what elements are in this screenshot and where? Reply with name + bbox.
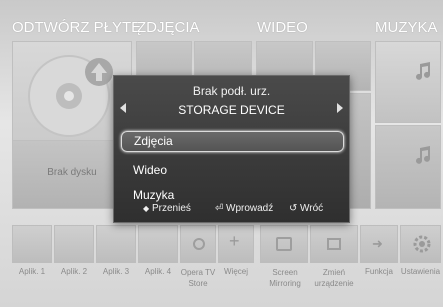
move-icon: ◆: [143, 204, 150, 213]
change-device-label: Zmień urządzenie: [314, 268, 354, 288]
opera-tv-store-label: Opera TV Store: [180, 268, 216, 288]
music-tile-1[interactable]: [375, 41, 441, 123]
screen-mirroring-icon: [276, 237, 292, 251]
disc-icon: [28, 55, 113, 137]
settings-label: Ustawienia: [400, 267, 441, 276]
dialog-title: Brak podł. urz.: [192, 84, 271, 98]
plus-icon: +: [229, 231, 240, 251]
device-name: STORAGE DEVICE: [178, 103, 285, 117]
change-device-icon: [327, 238, 341, 250]
category-photos[interactable]: ZDJĘCIA: [137, 19, 200, 36]
home-screen: ODTWÓRZ PŁYTĘ ZDJĘCIA WIDEO MUZYKA Brak …: [0, 0, 443, 307]
app-tile-1[interactable]: [12, 225, 52, 263]
screen-mirroring-tile[interactable]: [260, 225, 308, 263]
screen-mirroring-label: Screen Mirroring: [269, 268, 301, 288]
more-tile[interactable]: +: [218, 225, 254, 263]
category-play-disc[interactable]: ODTWÓRZ PŁYTĘ: [12, 19, 141, 36]
app-label-1: Aplik. 1: [18, 267, 46, 276]
app-tile-2[interactable]: [54, 225, 94, 263]
app-label-2: Aplik. 2: [60, 267, 88, 276]
function-tile[interactable]: ➜: [360, 225, 398, 263]
move-hint: Przenieś: [152, 203, 191, 214]
gear-icon: [413, 235, 431, 253]
storage-device-dialog: Brak podł. urz. STORAGE DEVICE Zdjęcia W…: [113, 75, 350, 223]
music-note-icon: [416, 62, 430, 80]
opera-icon: [193, 238, 205, 250]
menu-item-video[interactable]: Wideo: [121, 160, 344, 181]
app-tile-3[interactable]: [96, 225, 136, 263]
app-label-4: Aplik. 4: [144, 267, 172, 276]
enter-icon: ⏎: [215, 203, 224, 214]
settings-tile[interactable]: [400, 225, 441, 263]
back-icon: ↺: [289, 203, 298, 214]
category-videos[interactable]: WIDEO: [257, 19, 308, 36]
app-tile-4[interactable]: [138, 225, 178, 263]
arrow-right-icon: ➜: [372, 236, 383, 251]
menu-item-photos[interactable]: Zdjęcia: [121, 131, 344, 152]
more-label: Więcej: [223, 267, 248, 276]
opera-tv-store-tile[interactable]: [180, 225, 216, 263]
category-music[interactable]: MUZYKA: [375, 19, 438, 36]
function-label: Funkcja: [364, 267, 393, 276]
back-hint[interactable]: Wróć: [300, 203, 323, 214]
change-device-tile[interactable]: [310, 225, 358, 263]
music-tile-2[interactable]: [375, 125, 441, 209]
music-note-icon: [416, 146, 430, 164]
enter-hint: Wprowadź: [226, 203, 274, 214]
app-label-3: Aplik. 3: [102, 267, 130, 276]
